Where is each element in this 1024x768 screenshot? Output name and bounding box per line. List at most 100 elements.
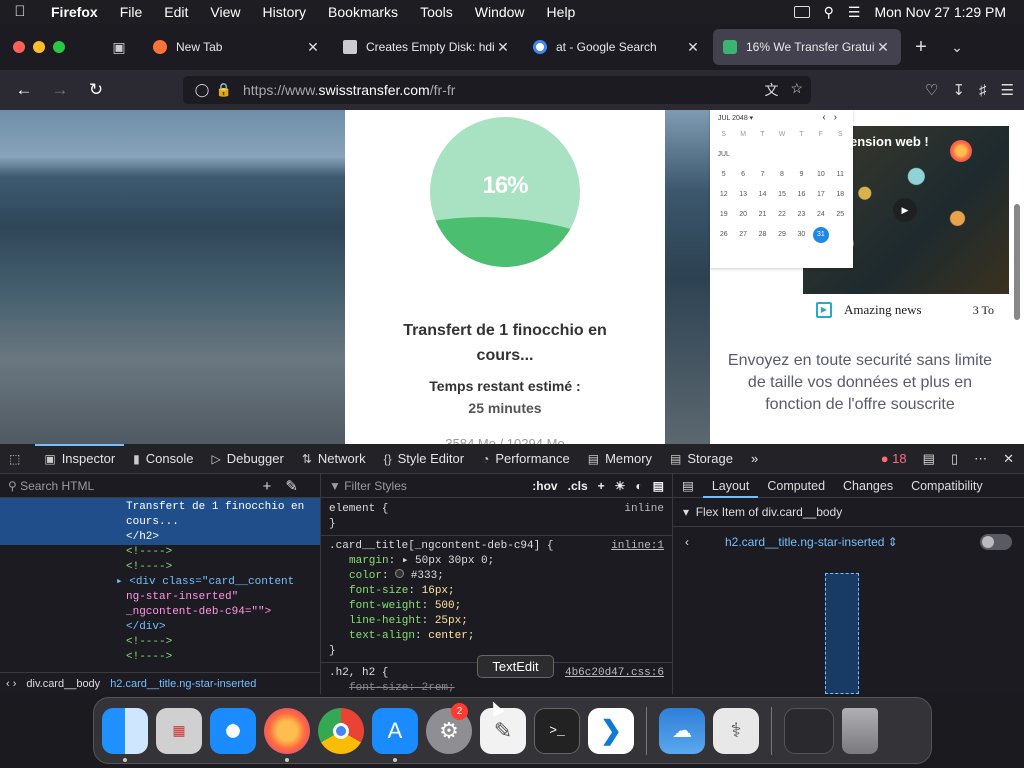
- minimize-window-button[interactable]: [33, 41, 45, 53]
- breadcrumb-back-icon[interactable]: ‹ ›: [6, 678, 16, 690]
- calendar-day[interactable]: 21: [753, 210, 772, 220]
- tab-google-search[interactable]: at - Google Search ✕: [523, 29, 711, 65]
- vscode-icon[interactable]: ❯: [588, 707, 634, 754]
- calendar-day[interactable]: 14: [753, 190, 772, 200]
- disk-utility-icon[interactable]: ⚕: [713, 707, 759, 754]
- menubar-clock[interactable]: Mon Nov 27 1:29 PM: [874, 4, 1006, 20]
- calendar-day[interactable]: 5: [714, 170, 733, 180]
- close-devtools-icon[interactable]: ✕: [1003, 451, 1014, 467]
- firefox-view-icon[interactable]: ▣: [101, 39, 137, 56]
- tracking-protection-icon[interactable]: ◯: [191, 82, 213, 98]
- calendar-day[interactable]: 27: [733, 230, 752, 240]
- filter-styles-input[interactable]: Filter Styles: [344, 479, 407, 493]
- color-swatch-icon[interactable]: [395, 569, 405, 578]
- tab-network[interactable]: ⇅ Network: [293, 444, 375, 474]
- calendar-day[interactable]: 26: [714, 230, 733, 240]
- close-tab-icon[interactable]: ✕: [305, 39, 321, 56]
- sidebar-toggle-icon[interactable]: ▤: [673, 474, 703, 498]
- comment-node[interactable]: <!---->: [0, 560, 320, 575]
- tab-inspector[interactable]: ▣ Inspector: [35, 443, 125, 474]
- close-window-button[interactable]: [13, 41, 25, 53]
- calendar-day[interactable]: 30: [792, 230, 811, 240]
- zoom-window-button[interactable]: [53, 41, 65, 53]
- menu-window[interactable]: Window: [464, 0, 536, 24]
- chevron-left-icon[interactable]: ‹: [822, 112, 833, 123]
- window-preview-icon[interactable]: [784, 707, 834, 754]
- bookmark-star-icon[interactable]: ☆: [790, 80, 803, 100]
- class-toggle[interactable]: .cls: [568, 479, 588, 493]
- div-node[interactable]: ▸ <div class="card__content: [0, 575, 320, 590]
- pick-element-icon[interactable]: ⬚: [0, 444, 35, 474]
- calendar-day[interactable]: 25: [831, 210, 850, 220]
- rule-source-link[interactable]: inline:1: [611, 539, 664, 554]
- rule-source-link[interactable]: 4b6c20d47.css:6: [565, 666, 664, 681]
- play-icon[interactable]: ▶: [893, 198, 917, 222]
- safari-icon[interactable]: ✦: [210, 707, 256, 754]
- calendar-day[interactable]: 28: [753, 230, 772, 240]
- terminal-icon[interactable]: >_: [534, 707, 580, 754]
- calendar-day[interactable]: 19: [714, 210, 733, 220]
- hover-states-toggle[interactable]: :hov: [532, 479, 557, 493]
- breadcrumb-item[interactable]: div.card__body: [26, 678, 100, 690]
- spotlight-search-icon[interactable]: ⚲: [824, 4, 834, 21]
- forward-button[interactable]: →: [42, 80, 78, 100]
- tab-performance[interactable]: ◔ Performance: [473, 444, 579, 474]
- tab-style-editor[interactable]: {} Style Editor: [375, 444, 474, 474]
- flex-item-selector[interactable]: ‹ h2.card__title.ng-star-inserted ⇕: [673, 527, 1024, 557]
- chevron-right-icon[interactable]: ›: [834, 112, 845, 123]
- css-declaration[interactable]: font-size: 16px;: [329, 584, 664, 599]
- css-declaration[interactable]: color: #333;: [329, 569, 664, 584]
- menu-tools[interactable]: Tools: [409, 0, 464, 24]
- tab-computed[interactable]: Computed: [758, 474, 834, 498]
- css-declaration[interactable]: margin: ▸ 50px 30px 0;: [329, 554, 664, 569]
- launchpad-icon[interactable]: ▦: [156, 707, 202, 754]
- list-all-tabs-icon[interactable]: ⌄: [939, 39, 975, 56]
- add-node-icon[interactable]: +: [263, 478, 286, 495]
- tab-layout[interactable]: Layout: [702, 474, 759, 498]
- chrome-icon[interactable]: [318, 707, 364, 754]
- tab-hdiutil[interactable]: Creates Empty Disk: hdiu ✕: [333, 29, 521, 65]
- close-tab-icon[interactable]: ✕: [875, 39, 891, 56]
- calendar-day[interactable]: 13: [733, 190, 752, 200]
- css-declaration[interactable]: line-height: 25px;: [329, 614, 664, 629]
- ad-caption[interactable]: ▶ Amazing news 3 To: [816, 302, 1016, 318]
- comment-node[interactable]: <!---->: [0, 545, 320, 560]
- div-close-node[interactable]: </div>: [0, 620, 320, 635]
- chevron-left-icon[interactable]: ‹: [685, 535, 689, 549]
- menu-bookmarks[interactable]: Bookmarks: [317, 0, 409, 24]
- css-declaration[interactable]: text-align: center;: [329, 629, 664, 644]
- error-count[interactable]: ● 18: [881, 451, 907, 466]
- trash-icon[interactable]: [842, 707, 878, 754]
- page-scrollbar[interactable]: [1014, 204, 1020, 320]
- calendar-widget[interactable]: JUL 2048 ▾ ‹› S M T W T F S JUL 5 6 7 8 9 10 11 12 13 14 1…: [710, 110, 853, 268]
- menu-app-name[interactable]: Firefox: [40, 0, 109, 24]
- control-center-icon[interactable]: ☰: [848, 4, 861, 21]
- menu-view[interactable]: View: [199, 0, 251, 24]
- url-bar[interactable]: ◯ 🔒 https://www.swisstransfer.com/fr-fr …: [183, 76, 811, 104]
- extensions-icon[interactable]: ♯: [979, 82, 987, 99]
- close-tab-icon[interactable]: ✕: [685, 39, 701, 56]
- rule-selector[interactable]: element {: [329, 503, 388, 515]
- calendar-day[interactable]: 9: [792, 170, 811, 180]
- textedit-icon[interactable]: ✎: [480, 707, 526, 754]
- css-declaration[interactable]: font-weight: 500;: [329, 599, 664, 614]
- more-options-icon[interactable]: ⋯: [974, 451, 987, 467]
- tab-new-tab[interactable]: New Tab ✕: [143, 29, 331, 65]
- css-declaration-overridden[interactable]: font-size: 2rem;: [329, 681, 664, 696]
- menu-help[interactable]: Help: [536, 0, 587, 24]
- app-store-icon[interactable]: A: [372, 707, 418, 762]
- url-text[interactable]: https://www.swisstransfer.com/fr-fr: [243, 82, 455, 98]
- weather-icon[interactable]: ☁: [659, 707, 705, 754]
- tab-changes[interactable]: Changes: [834, 474, 902, 498]
- tab-console[interactable]: ▮ Console: [124, 444, 202, 474]
- calendar-day[interactable]: 18: [831, 190, 850, 200]
- print-media-icon[interactable]: ▤: [653, 479, 664, 493]
- close-tab-icon[interactable]: ✕: [495, 39, 511, 56]
- downloads-icon[interactable]: ↧: [952, 81, 965, 99]
- light-scheme-icon[interactable]: ☀: [615, 479, 626, 493]
- finder-icon[interactable]: [102, 707, 148, 762]
- apple-icon[interactable]: : [0, 0, 40, 24]
- tab-debugger[interactable]: ▷ Debugger: [202, 444, 292, 474]
- comment-node[interactable]: <!---->: [0, 650, 320, 665]
- firefox-icon[interactable]: [264, 707, 310, 762]
